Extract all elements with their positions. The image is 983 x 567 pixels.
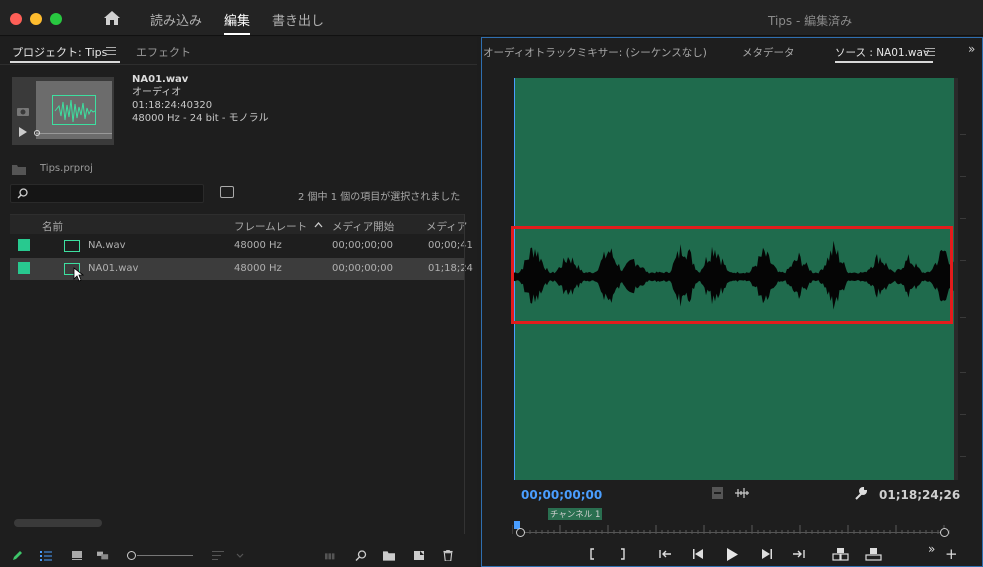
find-icon[interactable] [355,550,367,561]
new-bin-icon[interactable] [383,550,395,561]
sort-ascending-icon[interactable] [314,222,323,228]
app-title: Tips - 編集済み [768,14,853,28]
row-name: NA01.wav [88,263,139,274]
play-stop-icon[interactable] [726,548,738,561]
row-media-start: 00;00;00;00 [332,263,394,274]
thumbnail-image [34,81,112,139]
more-panels-icon[interactable]: » [968,42,975,56]
active-workspace-indicator [224,33,250,35]
go-to-in-icon[interactable] [658,548,673,560]
workspace-edit[interactable]: 編集 [224,10,250,29]
tab-audio-track-mixer[interactable]: オーディオトラックミキサー: (シーケンスなし) [483,45,707,60]
play-icon[interactable] [18,127,28,137]
panel-menu-icon[interactable] [925,48,935,56]
column-name[interactable]: 名前 [42,219,63,234]
insert-icon[interactable] [712,487,723,499]
tab-metadata[interactable]: メタデータ [742,45,795,60]
tab-source[interactable]: ソース : NA01.wav [835,45,929,60]
column-media-end[interactable]: メディア [426,219,467,234]
waveform-thumbnail [52,95,96,125]
mark-in-icon[interactable] [588,548,596,560]
playhead-timecode[interactable]: 00;00;00;00 [521,488,602,502]
search-icon [17,188,28,199]
more-controls-icon[interactable]: » [928,542,935,556]
mouse-cursor-icon [73,267,84,282]
audio-clip-icon [64,240,80,252]
clip-duration: 01:18:24:40320 [132,100,213,111]
row-media-end: 00;00;41 [428,240,473,251]
new-item-icon[interactable] [413,550,425,561]
step-back-icon[interactable] [692,548,705,560]
drag-audio-only-icon[interactable] [735,488,749,498]
horizontal-scrollbar[interactable] [14,519,102,527]
active-tab-indicator [835,61,933,63]
chevron-down-icon[interactable] [234,550,246,561]
row-media-end: 01;18;24 [428,263,473,274]
panel-divider [464,214,465,534]
icon-view-icon[interactable] [71,550,83,561]
column-media-start[interactable]: メディア開始 [332,219,394,234]
workspace-export[interactable]: 書き出し [272,10,324,29]
search-input[interactable] [10,184,204,203]
project-panel: プロジェクト: Tips エフェクト NA01.wav オーディオ 01:18:… [0,37,477,567]
active-tab-indicator [10,61,120,63]
column-frame-rate[interactable]: フレームレート [234,219,307,234]
tab-effects[interactable]: エフェクト [136,44,191,60]
project-panel-toolbar [0,540,477,567]
camera-icon[interactable] [16,105,30,117]
clip-metadata: NA01.wav オーディオ 01:18:24:40320 48000 Hz -… [132,73,269,125]
zoom-handle-left[interactable] [516,528,525,537]
panel-menu-icon[interactable] [106,47,116,55]
vertical-scrollbar[interactable] [954,78,958,480]
clip-type: オーディオ [132,87,182,98]
list-view-icon[interactable] [40,550,52,561]
pencil-icon[interactable] [12,550,24,561]
clip-preview-thumbnail[interactable] [12,77,114,145]
project-panel-tabs: プロジェクト: Tips エフェクト [0,37,477,65]
zoom-handle-right[interactable] [940,528,949,537]
table-row[interactable]: NA.wav 48000 Hz 00;00;00;00 00;00;41 [10,235,473,257]
trash-icon[interactable] [442,550,454,561]
window-minimize-button[interactable] [30,13,42,25]
table-row[interactable]: NA01.wav 48000 Hz 00;00;00;00 01;18;24 [10,258,473,282]
highlight-box [511,226,953,324]
sort-icon[interactable] [212,550,224,561]
freeform-view-icon[interactable] [97,550,109,561]
step-forward-icon[interactable] [760,548,773,560]
row-frame-rate: 48000 Hz [234,240,282,251]
label-color-swatch[interactable] [18,262,30,274]
zoom-bar [520,532,948,533]
insert-clip-icon[interactable] [832,548,849,561]
folder-icon [12,165,26,175]
automate-to-sequence-icon[interactable] [325,550,337,561]
source-monitor-panel: オーディオトラックミキサー: (シーケンスなし) メタデータ ソース : NA0… [481,37,983,567]
project-filename: Tips.prproj [40,163,93,174]
title-bar: 読み込み 編集 書き出し Tips - 編集済み [0,0,983,36]
amplitude-ruler [960,78,966,480]
table-header: 名前 フレームレート メディア開始 メディア [10,214,467,234]
button-editor-add-icon[interactable]: + [945,547,958,562]
tab-project[interactable]: プロジェクト: Tips [12,44,107,60]
overwrite-clip-icon[interactable] [865,548,882,561]
home-icon[interactable] [103,9,121,27]
row-media-start: 00;00;00;00 [332,240,394,251]
wrench-icon[interactable] [854,487,867,500]
row-name: NA.wav [88,240,126,251]
clip-name: NA01.wav [132,74,189,85]
mark-out-icon[interactable] [619,548,627,560]
window-maximize-button[interactable] [50,13,62,25]
source-timeline-ruler[interactable] [511,519,951,534]
duration-timecode: 01;18;24;26 [879,488,961,502]
row-frame-rate: 48000 Hz [234,263,282,274]
new-bin-from-search-icon[interactable] [220,186,234,198]
selection-status: 2 個中 1 個の項目が選択されました [298,192,461,203]
window-close-button[interactable] [10,13,22,25]
clip-format: 48000 Hz - 24 bit - モノラル [132,113,269,124]
label-color-swatch[interactable] [18,239,30,251]
go-to-out-icon[interactable] [791,548,806,560]
zoom-slider[interactable] [127,550,195,561]
workspace-import[interactable]: 読み込み [150,10,202,29]
